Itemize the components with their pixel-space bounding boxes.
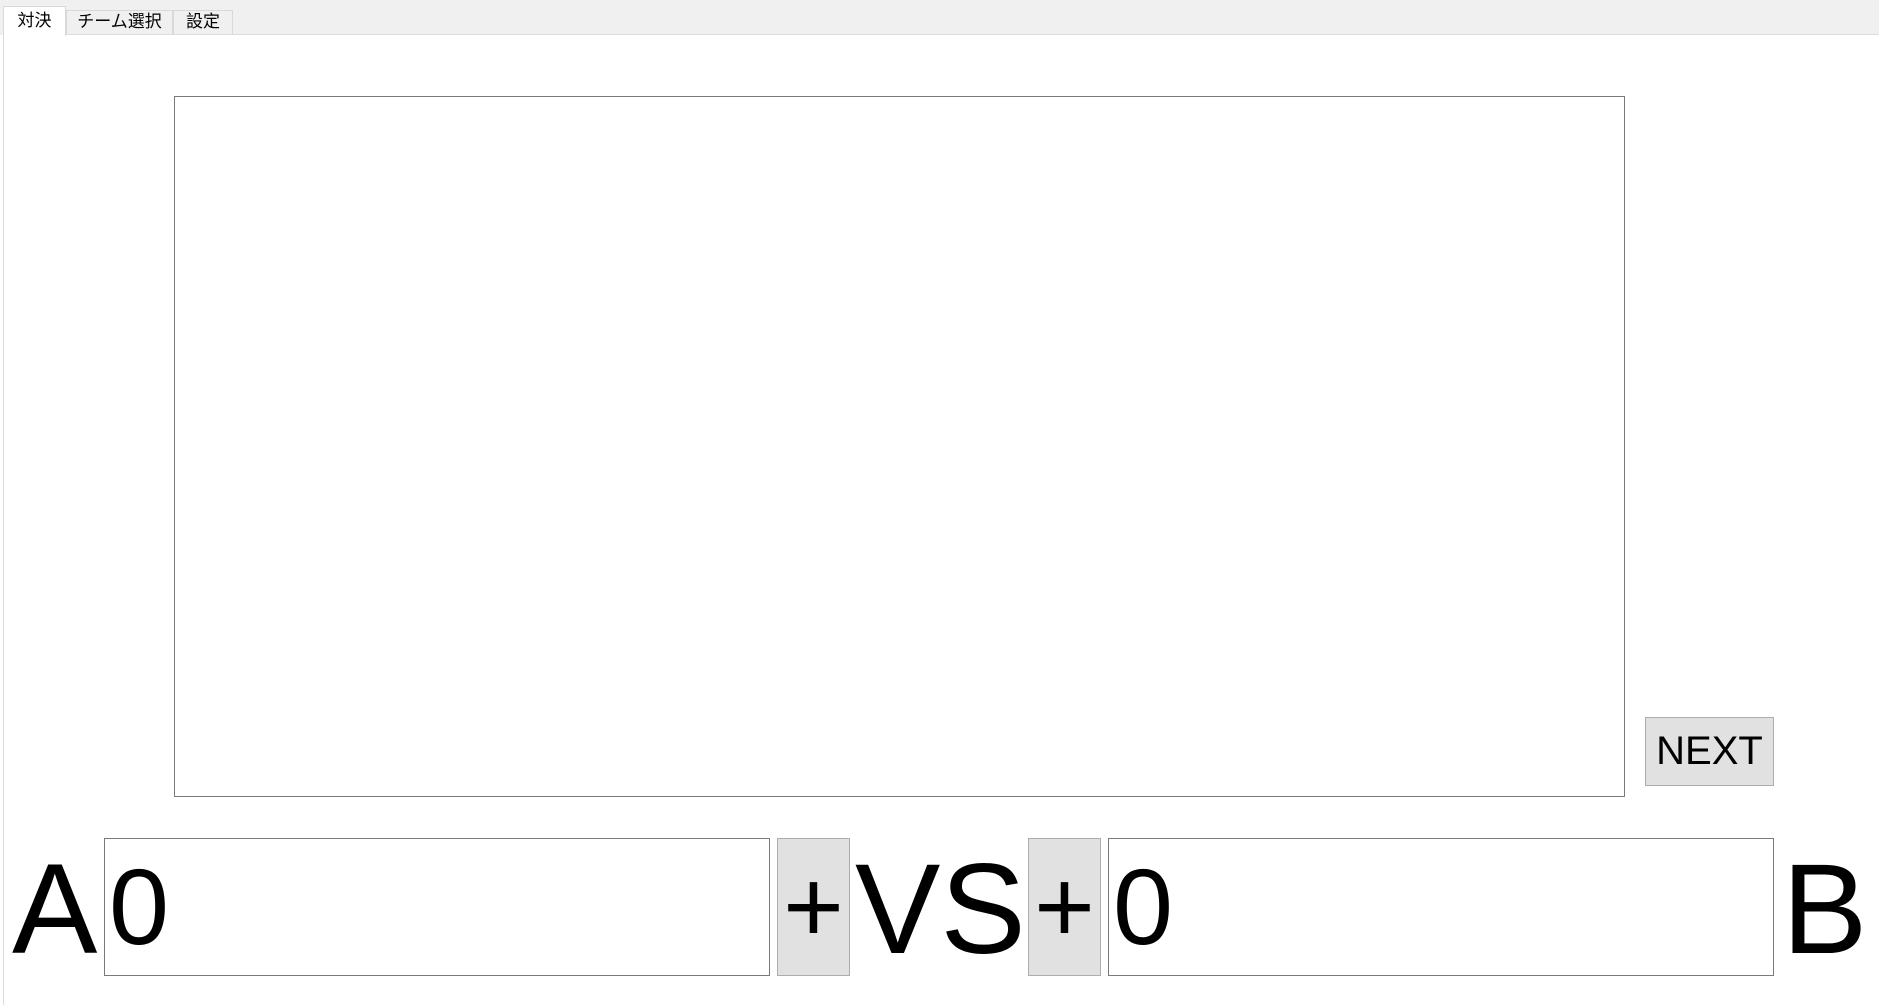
next-button[interactable]: NEXT bbox=[1645, 717, 1774, 786]
tab-settings[interactable]: 設定 bbox=[173, 10, 233, 34]
team-a-score-field[interactable]: 0 bbox=[104, 838, 770, 976]
tab-battle[interactable]: 対決 bbox=[3, 6, 66, 36]
tab-team-select[interactable]: チーム選択 bbox=[66, 10, 173, 34]
team-b-plus-button[interactable]: + bbox=[1028, 838, 1101, 976]
tab-bar: 対決 チーム選択 設定 bbox=[0, 0, 1879, 36]
vs-label: VS bbox=[855, 838, 1026, 981]
team-a-plus-button[interactable]: + bbox=[777, 838, 850, 976]
team-a-label: A bbox=[12, 838, 98, 981]
team-b-score-field[interactable]: 0 bbox=[1108, 838, 1774, 976]
question-display-box bbox=[174, 96, 1625, 797]
team-b-label: B bbox=[1782, 838, 1868, 981]
